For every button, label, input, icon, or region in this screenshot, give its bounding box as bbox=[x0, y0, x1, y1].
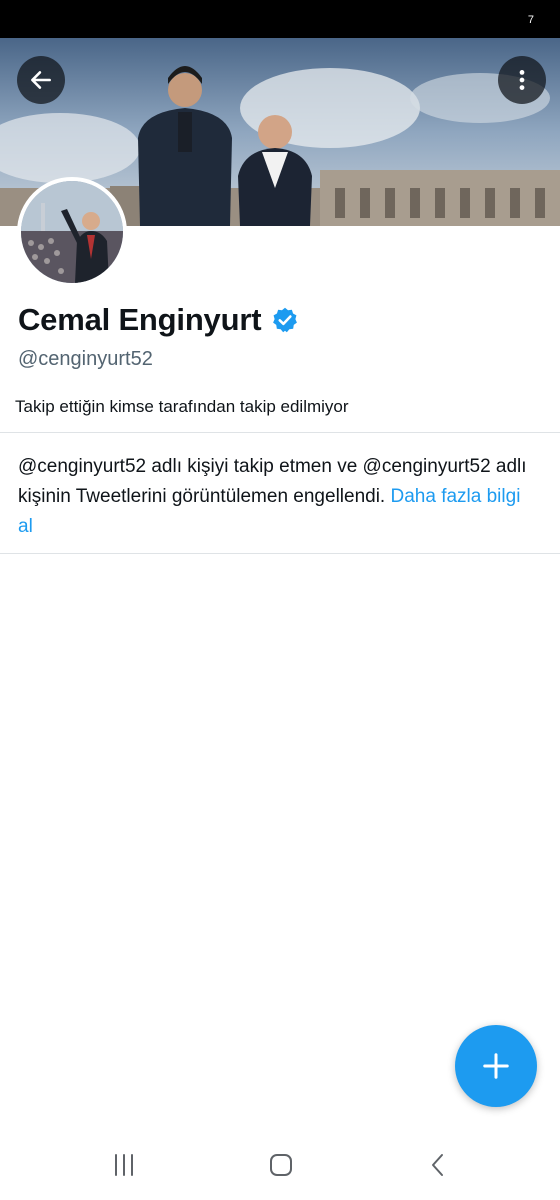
follow-context-text: Takip ettiğin kimse tarafından takip edi… bbox=[15, 397, 349, 416]
system-navigation-bar bbox=[0, 1130, 560, 1200]
plus-icon bbox=[483, 1053, 509, 1079]
display-name: Cemal Enginyurt bbox=[18, 302, 262, 337]
arrow-left-icon bbox=[31, 71, 51, 89]
home-button[interactable] bbox=[251, 1144, 311, 1186]
recent-apps-button[interactable] bbox=[94, 1144, 154, 1186]
compose-tweet-button[interactable] bbox=[455, 1025, 537, 1107]
more-options-button[interactable] bbox=[498, 56, 546, 104]
verified-badge-icon[interactable] bbox=[271, 306, 299, 334]
status-indicator: 7 bbox=[527, 14, 534, 26]
divider bbox=[0, 553, 560, 554]
profile-name-row: Cemal Enginyurt bbox=[18, 302, 299, 338]
system-back-button[interactable] bbox=[408, 1144, 468, 1186]
profile-handle: @cenginyurt52 bbox=[18, 348, 153, 370]
blocked-notice: @cenginyurt52 adlı kişiyi takip etmen ve… bbox=[18, 452, 538, 542]
back-button[interactable] bbox=[17, 56, 65, 104]
more-vertical-icon bbox=[519, 70, 525, 90]
home-icon bbox=[270, 1154, 292, 1176]
divider bbox=[0, 432, 560, 433]
avatar-image bbox=[21, 181, 123, 283]
recent-apps-icon bbox=[115, 1154, 133, 1176]
back-chevron-icon bbox=[432, 1154, 443, 1176]
status-bar: 7 bbox=[0, 0, 560, 38]
avatar[interactable] bbox=[17, 177, 127, 287]
